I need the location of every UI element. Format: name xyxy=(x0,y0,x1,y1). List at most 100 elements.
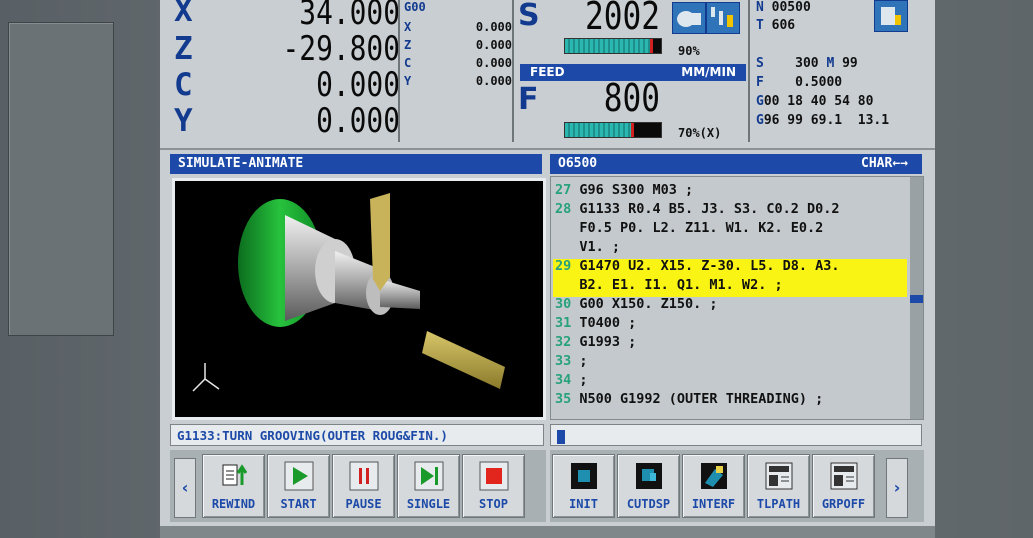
softkey-rewind[interactable]: REWIND xyxy=(202,454,265,518)
input-buffer[interactable] xyxy=(550,424,922,446)
spindle-feed-panel: S 2002 90% FEED MM/MIN F 800 70%(X) xyxy=(514,0,746,142)
softkey-start[interactable]: START xyxy=(267,454,330,518)
init-icon xyxy=(571,463,597,489)
program-line[interactable]: F0.5 P0. L2. Z11. W1. K2. E0.2 xyxy=(555,219,823,238)
line-code: G1993 ; xyxy=(571,334,637,350)
modal-g-codes-1: G00 18 40 54 80 xyxy=(756,94,874,109)
feed-letter: F xyxy=(518,82,539,117)
axis-value-y: 0.000 xyxy=(316,101,400,141)
position-status-area: X 34.000 Z -29.800 C 0.000 Y 0.000 G00 X… xyxy=(160,0,935,150)
feed-command: F 0.5000 xyxy=(756,75,843,90)
spindle-percent: 90% xyxy=(678,44,700,58)
dtg-value-x: 0.000 xyxy=(475,20,512,34)
softkey-cutdsp-label: CUTDSP xyxy=(626,497,671,511)
program-listing[interactable]: 27 G96 S300 M03 ; 28 G1133 R0.4 B5. J3. S… xyxy=(550,176,924,420)
feed-load-fill xyxy=(565,123,633,137)
softkey-single-label: SINGLE xyxy=(406,497,451,511)
softkey-cutdsp[interactable]: CUTDSP xyxy=(617,454,680,518)
cutting-tool xyxy=(370,193,390,291)
dtg-letter-x: X xyxy=(404,20,412,34)
softkey-stop[interactable]: STOP xyxy=(462,454,525,518)
softkey-interf[interactable]: INTERF xyxy=(682,454,745,518)
play-icon xyxy=(284,461,314,491)
line-code: G1470 U2. X15. Z-30. L5. D8. A3. xyxy=(571,258,840,274)
lathe-part-model xyxy=(192,193,505,392)
line-number: 31 xyxy=(555,315,572,331)
feed-rate: 800 xyxy=(603,76,660,120)
softkey-init[interactable]: INIT xyxy=(552,454,615,518)
line-number: 32 xyxy=(555,334,572,350)
axis-value-x: 34.000 xyxy=(299,0,400,33)
softkey-single[interactable]: SINGLE xyxy=(397,454,460,518)
line-code: G00 X150. Z150. ; xyxy=(571,296,718,312)
stop-icon xyxy=(479,461,509,491)
softkey-start-label: START xyxy=(280,497,317,511)
softkey-init-label: INIT xyxy=(569,497,598,511)
tailstock-quill xyxy=(422,331,505,389)
line-code: ; xyxy=(571,353,588,369)
spindle-letter: S xyxy=(518,0,540,33)
program-line[interactable]: 31 T0400 ; xyxy=(555,314,636,333)
line-code: G96 S300 M03 ; xyxy=(571,182,694,198)
spindle-load-limit xyxy=(650,39,654,53)
program-line[interactable]: 34 ; xyxy=(555,371,588,390)
line-code: F0.5 P0. L2. Z11. W1. K2. E0.2 xyxy=(555,220,824,236)
axis-value-c: 0.000 xyxy=(316,65,400,105)
line-code: G1133 R0.4 B5. J3. S3. C0.2 D0.2 xyxy=(571,201,840,217)
line-number: 35 xyxy=(555,391,572,407)
softkey-grpoff[interactable]: GRPOFF xyxy=(812,454,875,518)
program-line[interactable]: 27 G96 S300 M03 ; xyxy=(555,181,693,200)
spindle-load-meter xyxy=(564,38,662,54)
program-line[interactable]: V1. ; xyxy=(555,238,620,257)
rewind-icon xyxy=(222,464,248,486)
line-code: T0400 ; xyxy=(571,315,637,331)
program-line[interactable]: B2. E1. I1. Q1. M1. W2. ; xyxy=(555,276,783,295)
program-line[interactable]: 33 ; xyxy=(555,352,588,371)
softkey-stop-label: STOP xyxy=(479,497,508,511)
divider xyxy=(398,0,400,142)
line-code: ; xyxy=(571,372,588,388)
feed-override-percent: 70%(X) xyxy=(678,126,722,140)
absolute-position-panel: X 34.000 Z -29.800 C 0.000 Y 0.000 xyxy=(160,0,400,142)
line-number: 30 xyxy=(555,296,572,312)
feed-load-meter xyxy=(564,122,662,138)
program-line[interactable]: 29 G1470 U2. X15. Z-30. L5. D8. A3. xyxy=(555,257,839,276)
spindle-mode-icon xyxy=(672,2,706,34)
axis-triad xyxy=(192,363,220,392)
softkey-tlpath[interactable]: TLPATH xyxy=(747,454,810,518)
program-line[interactable]: 30 G00 X150. Z150. ; xyxy=(555,295,718,314)
softkey-bar-left: ‹ REWIND START PAUSE SINGLE STOP xyxy=(170,450,546,522)
program-line[interactable]: 35 N500 G1992 (OUTER THREADING) ; xyxy=(555,390,823,409)
softkey-prev-button[interactable]: ‹ xyxy=(174,458,196,518)
line-code: V1. ; xyxy=(555,239,621,255)
program-title-bar: O6500 CHAR←→ xyxy=(550,154,922,174)
program-scrollbar[interactable] xyxy=(910,177,923,419)
spindle-load-fill xyxy=(565,39,652,53)
input-cursor xyxy=(557,429,565,444)
dtg-value-y: 0.000 xyxy=(475,74,512,88)
program-line[interactable]: 28 G1133 R0.4 B5. J3. S3. C0.2 D0.2 xyxy=(555,200,839,219)
cnc-screen: X 34.000 Z -29.800 C 0.000 Y 0.000 G00 X… xyxy=(160,0,935,538)
program-scroll-thumb[interactable] xyxy=(910,295,923,303)
graphics-off-icon xyxy=(830,462,858,490)
softkey-interf-label: INTERF xyxy=(691,497,736,511)
softkey-pause-label: PAUSE xyxy=(345,497,382,511)
macro-message: G1133:TURN GROOVING(OUTER ROUG&FIN.) xyxy=(170,424,544,446)
softkey-pause[interactable]: PAUSE xyxy=(332,454,395,518)
line-code: B2. E1. I1. Q1. M1. W2. ; xyxy=(555,277,783,293)
line-number: 33 xyxy=(555,353,572,369)
line-number: 29 xyxy=(555,258,572,274)
workpiece-tip xyxy=(380,279,420,309)
softkey-next-button[interactable]: › xyxy=(886,458,908,518)
line-number: 28 xyxy=(555,201,572,217)
line-number: 34 xyxy=(555,372,572,388)
softkey-grpoff-label: GRPOFF xyxy=(821,497,866,511)
dtg-letter-z: Z xyxy=(404,38,412,52)
gear-range-icon xyxy=(706,2,740,34)
axis-value-z: -29.800 xyxy=(282,29,400,69)
bezel-side-slot xyxy=(8,22,114,336)
pause-icon xyxy=(349,461,379,491)
simulation-viewport[interactable] xyxy=(172,178,546,420)
interference-icon xyxy=(701,463,727,489)
program-line[interactable]: 32 G1993 ; xyxy=(555,333,636,352)
